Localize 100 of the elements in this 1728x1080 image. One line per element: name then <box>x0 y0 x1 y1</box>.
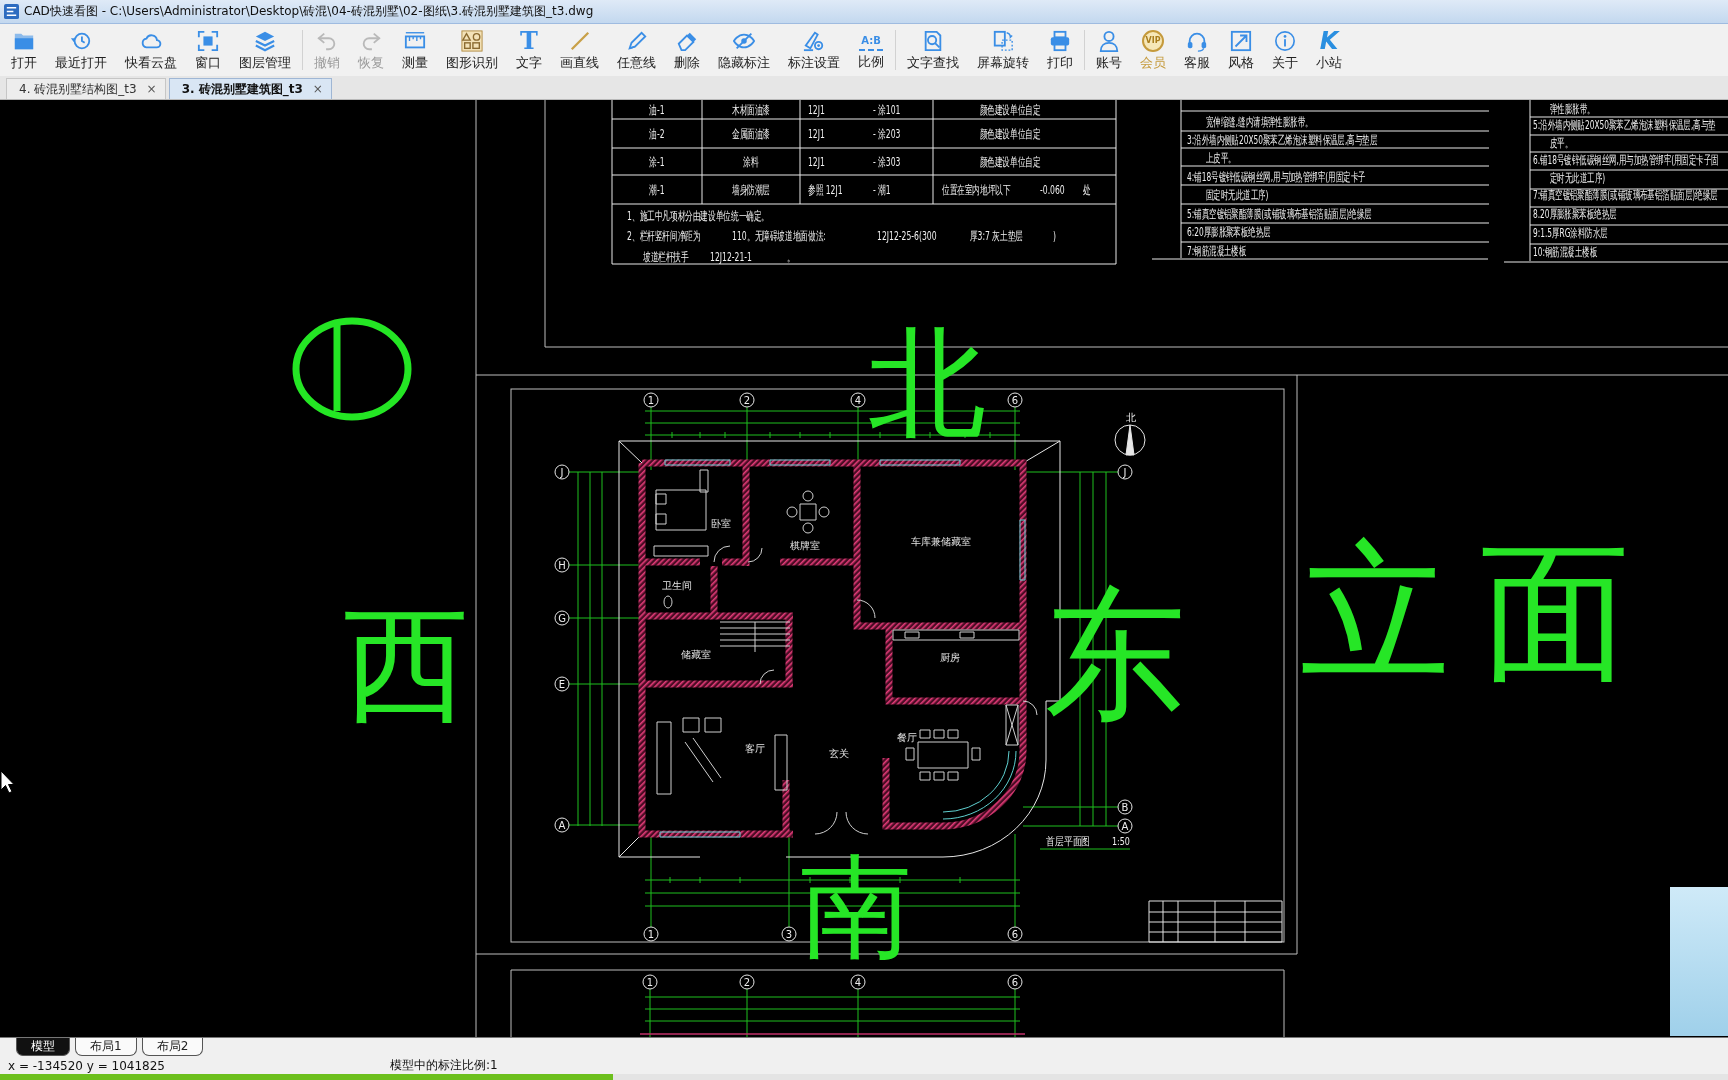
text-search-button[interactable]: 文字查找 <box>898 26 968 74</box>
rotate-page-icon <box>992 29 1014 52</box>
note-line: 4:铺18号镀锌低碳钢丝网,用与加热管绑牢(用固定卡子 <box>1187 170 1366 184</box>
note-line: 10:钢筋混凝土楼板 <box>1533 245 1598 259</box>
room-label: 卧室 <box>711 518 731 529</box>
axis-marker: 4 <box>850 974 866 990</box>
handwritten-note: 东 <box>1044 572 1186 737</box>
note-line: 6:20厚膨胀聚苯板绝热层 <box>1187 225 1271 239</box>
scale-button[interactable]: A:B 比例 <box>849 26 893 74</box>
note-line: 9:1.5厚RG涂料防水层 <box>1533 226 1608 240</box>
corner-frame-icon <box>197 29 219 52</box>
document-tab[interactable]: 4. 砖混别墅结构图_t3 × <box>6 78 166 99</box>
print-button[interactable]: 打印 <box>1038 26 1082 74</box>
layer-manager-button[interactable]: 图层管理 <box>230 26 300 74</box>
cloud-drive-button[interactable]: 快看云盘 <box>116 26 186 74</box>
annotation-scale-text: 模型中的标注比例:1 <box>390 1057 498 1074</box>
note-line: 宽伸缩缝,缝内请填弹性膨胀带。 <box>1206 115 1313 129</box>
measure-button[interactable]: 测量 <box>393 26 437 74</box>
info-icon <box>1274 29 1296 52</box>
axis-marker: 1 <box>643 392 659 408</box>
axis-marker: 6 <box>1007 392 1023 408</box>
axis-marker: J <box>1117 464 1133 480</box>
axis-marker: 6 <box>1007 974 1023 990</box>
shape-recognition-button[interactable]: 图形识别 <box>437 26 507 74</box>
handwritten-note: 立面 <box>1300 525 1660 699</box>
note-line: 6.铺18号镀锌低碳钢丝网,用与加热管绑牢(用固定卡子固 <box>1533 153 1719 167</box>
annotation-settings-button[interactable]: 标注设置 <box>779 26 849 74</box>
about-button[interactable]: 关于 <box>1263 26 1307 74</box>
app-icon <box>4 4 19 19</box>
table-cell: 12J1 - 涂203 <box>808 127 901 141</box>
window-button[interactable]: 窗口 <box>186 26 230 74</box>
room-label: 玄关 <box>829 748 849 759</box>
note-line: 7:铺真空镀铝聚酯薄膜(或铺玻璃布基铝箔贴面层)绝缘层 <box>1533 188 1718 202</box>
note-line: 8.20厚膨胀聚苯板绝热层 <box>1533 207 1617 221</box>
table-cell: 颜色建设单位自定 <box>979 155 1041 169</box>
room-label: 棋牌室 <box>790 540 820 551</box>
recent-files-button[interactable]: 最近打开 <box>46 26 116 74</box>
axis-marker: 1 <box>643 926 659 942</box>
table-cell: 颜色建设单位自定 <box>979 103 1041 117</box>
delete-button[interactable]: 删除 <box>665 26 709 74</box>
axis-marker: G <box>554 610 570 626</box>
document-tab[interactable]: 3. 砖混别墅建筑图_t3 × <box>168 78 332 99</box>
north-label: 北 <box>1126 412 1136 423</box>
hide-annotation-button[interactable]: 隐藏标注 <box>709 26 779 74</box>
printer-icon <box>1049 29 1071 52</box>
table-cell: 涂-1 <box>649 155 665 169</box>
axis-marker: J <box>554 464 570 480</box>
account-button[interactable]: 账号 <box>1087 26 1131 74</box>
table-cell: 涂料 <box>743 155 759 169</box>
tab-close-button[interactable]: × <box>146 82 157 96</box>
note-text: 1、施工中凡项材分由建设单位统一确定。 <box>627 209 770 223</box>
scale-label: 1:50 <box>1112 836 1130 848</box>
note-line: 3:沿外墙内侧贴20X50聚苯乙烯泡沫塑料保温层,高与垫层 <box>1187 133 1378 147</box>
draw-line-button[interactable]: 画直线 <box>551 26 608 74</box>
text-button[interactable]: T 文字 <box>507 26 551 74</box>
axis-marker: A <box>1117 818 1133 834</box>
layers-icon <box>254 29 276 52</box>
line-icon <box>568 29 591 52</box>
handwritten-note: 南 <box>800 842 912 972</box>
table-cell: 12J1 - 涂303 <box>808 155 901 169</box>
user-icon <box>1098 29 1120 52</box>
table-cell: 油-2 <box>649 127 665 141</box>
note-line: 弹性膨胀带。 <box>1550 102 1595 116</box>
table-cell: 油-1 <box>649 103 665 117</box>
axis-marker: 6 <box>1007 926 1023 942</box>
tab-close-button[interactable]: × <box>312 82 323 96</box>
open-button[interactable]: 打开 <box>2 26 46 74</box>
shapes-icon <box>461 29 483 52</box>
layout-tab[interactable]: 布局2 <box>141 1038 204 1056</box>
note-text: 坡道栏杆扶手 12J12-21-1 。 <box>643 250 795 264</box>
axis-marker: 3 <box>781 926 797 942</box>
axis-marker: A <box>554 817 570 833</box>
pen-circle-icon <box>803 29 825 52</box>
axis-marker: 1 <box>642 974 658 990</box>
axis-marker: 2 <box>739 392 755 408</box>
axis-marker: 4 <box>850 392 866 408</box>
note-line: 上皮平。 <box>1206 151 1236 165</box>
support-button[interactable]: 客服 <box>1175 26 1219 74</box>
table-cell: 参照 12J1 - 潮1 <box>808 183 891 197</box>
table-cell: 潮-1 <box>649 183 665 197</box>
table-cell: 墙身防潮层 <box>731 183 771 197</box>
site-button[interactable]: K 小站 <box>1307 26 1351 74</box>
note-line: 5:沿外墙内侧贴20X50聚苯乙烯泡沫塑料保温层,高与垫 <box>1533 118 1716 132</box>
note-line: 定时无此道工序) <box>1550 171 1606 185</box>
pencil-icon <box>625 29 648 52</box>
plan-title: 首层平面图 <box>1046 835 1091 848</box>
note-text: 2、栏杆竖杆间净距为 110。无障碍坡道地面做法: 12J12-25-6(300 厚3:7 灰土垫层 ) <box>627 229 1056 243</box>
note-line: 7:钢筋混凝土楼板 <box>1187 244 1247 258</box>
note-line: 5:铺真空镀铝聚酯薄膜(或铺玻璃布基铝箔贴面层)绝缘层 <box>1187 207 1372 221</box>
note-line: 固定时无此道工序) <box>1206 188 1269 202</box>
axis-marker: E <box>554 676 570 692</box>
axis-marker: B <box>1117 799 1133 815</box>
hand-drawn-circle-icon <box>292 317 412 421</box>
freehand-line-button[interactable]: 任意线 <box>608 26 665 74</box>
rotate-screen-button[interactable]: 屏幕旋转 <box>968 26 1038 74</box>
layout-tab[interactable]: 布局1 <box>75 1038 137 1056</box>
layout-tab[interactable]: 模型 <box>16 1038 70 1056</box>
table-cell: 12J1 - 涂101 <box>808 103 901 117</box>
style-button[interactable]: 风格 <box>1219 26 1263 74</box>
window-title: CAD快速看图 - C:\Users\Administrator\Desktop\砖混\04-砖混别墅\02-图纸\3.砖混别墅建筑图_t3.dwg <box>24 3 594 20</box>
